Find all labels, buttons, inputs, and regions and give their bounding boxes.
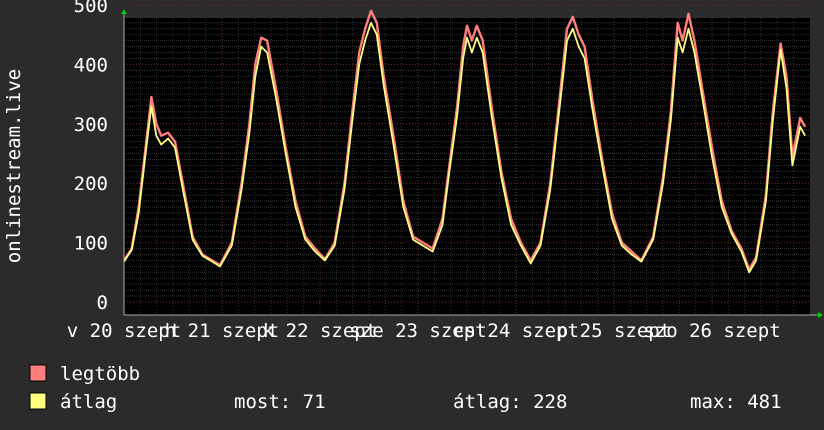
y-tick-label: 500 — [74, 0, 108, 17]
legend-label-atlag: átlag — [60, 391, 117, 413]
plot-area: 0100200300400500v 20 szepth 21 szeptk 22… — [67, 0, 823, 342]
x-tick-label: szo 26 szept — [643, 320, 780, 342]
stat-average: átlag: 228 — [453, 391, 567, 413]
legend-swatch-legtobb — [29, 364, 47, 382]
y-tick-label: 0 — [97, 292, 108, 314]
stat-current: most: 71 — [234, 391, 326, 413]
stat-maximum: max: 481 — [690, 391, 782, 413]
legend-label-legtobb: legtöbb — [60, 363, 140, 385]
chart: 0100200300400500v 20 szepth 21 szeptk 22… — [0, 0, 824, 430]
y-tick-label: 200 — [74, 173, 108, 195]
y-tick-label: 300 — [74, 114, 108, 136]
y-tick-label: 400 — [74, 54, 108, 76]
y-axis-title: onlinestream.live — [3, 69, 25, 263]
y-tick-label: 100 — [74, 233, 108, 255]
legend-swatch-atlag — [29, 392, 47, 410]
